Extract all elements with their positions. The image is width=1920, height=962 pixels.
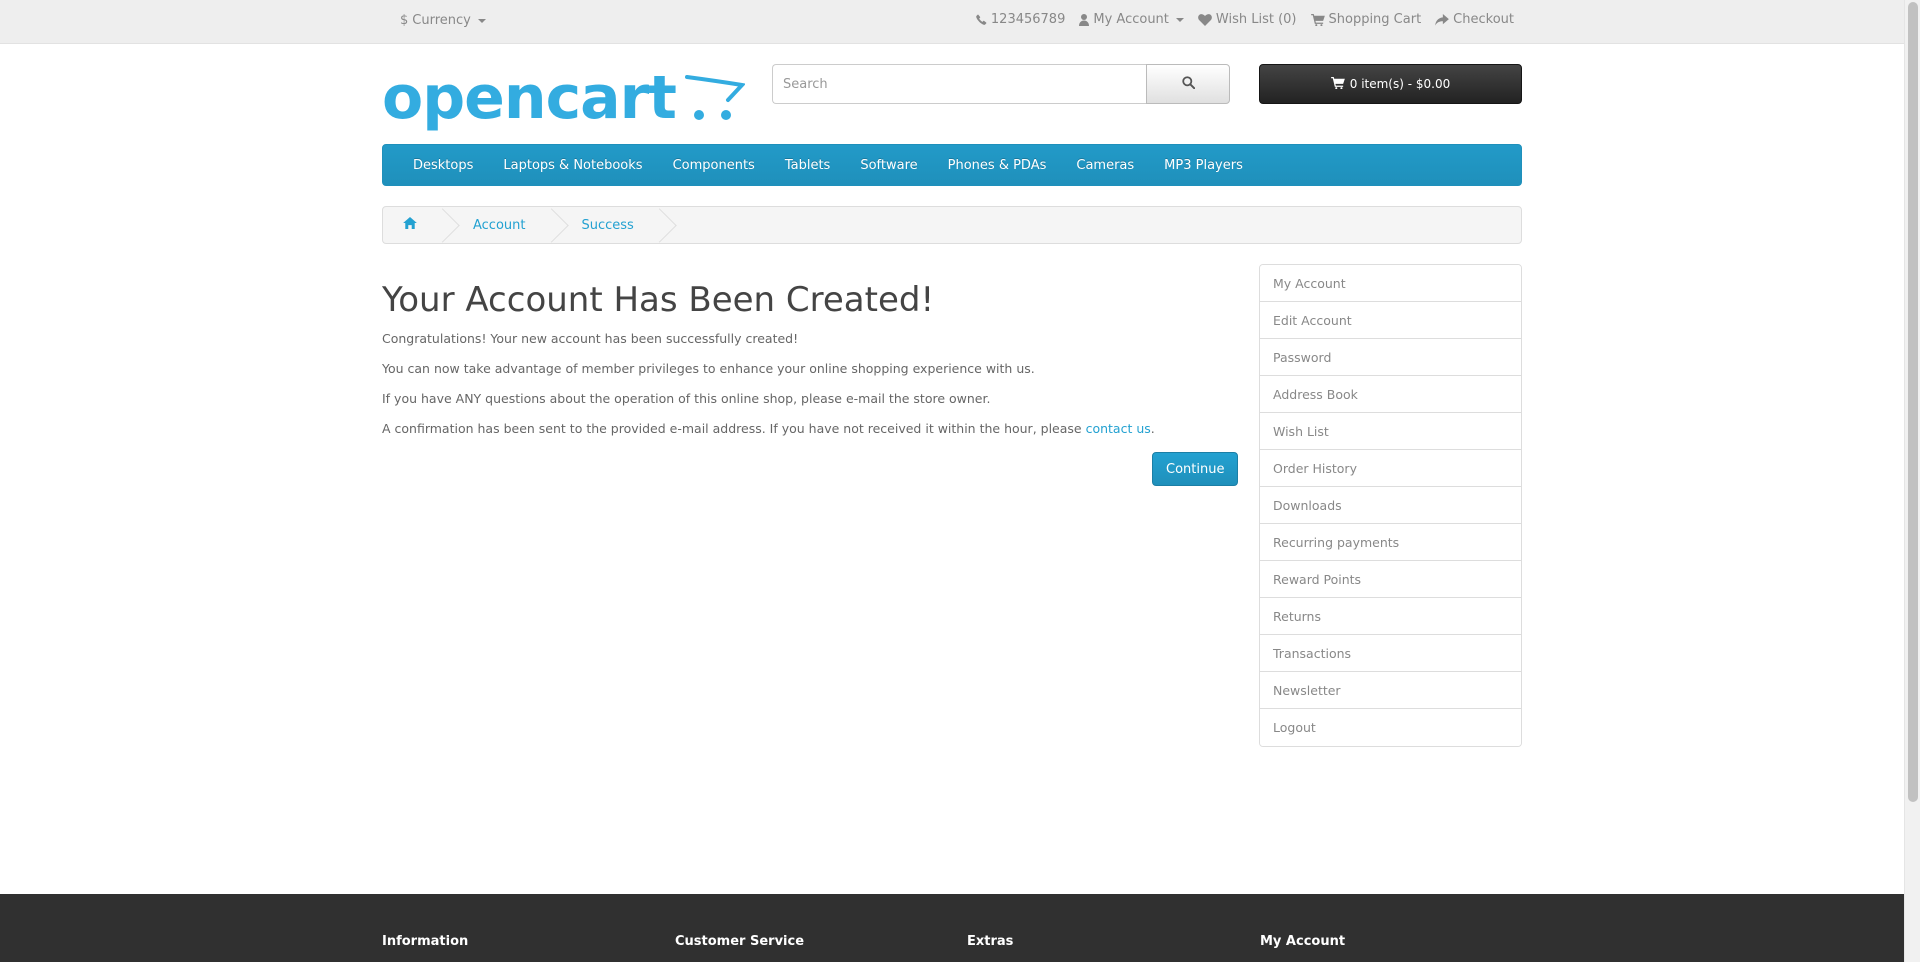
sidebar-item-order-history[interactable]: Order History	[1260, 450, 1521, 487]
phone-number: 123456789	[990, 12, 1066, 27]
footer-heading-extras: Extras	[967, 934, 1014, 949]
confirmation-prefix: A confirmation has been sent to the prov…	[382, 421, 1086, 436]
confirmation-text: A confirmation has been sent to the prov…	[382, 420, 1230, 438]
chevron-down-icon	[1175, 17, 1184, 22]
search-input[interactable]	[772, 64, 1146, 104]
phone-icon	[976, 14, 987, 25]
cart-total: 0 item(s) - $0.00	[1349, 77, 1451, 91]
dollar-icon: $	[400, 13, 409, 28]
main-content: Your Account Has Been Created! Congratul…	[382, 280, 1230, 450]
menu-item-desktops[interactable]: Desktops	[398, 158, 488, 173]
shopping-cart-link[interactable]: Shopping Cart	[1310, 12, 1422, 27]
checkout-link[interactable]: Checkout	[1435, 12, 1514, 27]
account-sidebar: My Account Edit Account Password Address…	[1259, 264, 1522, 747]
my-account-label: My Account	[1093, 12, 1169, 27]
sidebar-item-address-book[interactable]: Address Book	[1260, 376, 1521, 413]
breadcrumb-account[interactable]: Account	[447, 207, 544, 243]
cart-icon	[1330, 76, 1345, 92]
my-account-dropdown[interactable]: My Account	[1079, 12, 1184, 27]
menu-item-tablets[interactable]: Tablets	[770, 158, 846, 173]
congrats-text: Congratulations! Your new account has be…	[382, 331, 799, 346]
menu-item-mp3-players[interactable]: MP3 Players	[1149, 158, 1258, 173]
checkout-label: Checkout	[1453, 12, 1514, 27]
cart-button[interactable]: 0 item(s) - $0.00	[1259, 64, 1522, 104]
search-button[interactable]	[1146, 64, 1230, 104]
logo-text: opencart	[382, 63, 676, 133]
cart-icon	[1310, 13, 1325, 26]
breadcrumb-success[interactable]: Success	[556, 207, 652, 243]
search-icon	[1181, 76, 1195, 92]
scrollbar-thumb[interactable]	[1908, 2, 1918, 802]
breadcrumb-separator	[652, 207, 664, 243]
continue-button[interactable]: Continue	[1152, 452, 1239, 486]
wishlist-link[interactable]: Wish List (0)	[1198, 12, 1297, 27]
heart-icon	[1198, 13, 1212, 26]
breadcrumb: Account Success	[382, 206, 1522, 244]
currency-dropdown[interactable]: $ Currency	[400, 13, 486, 28]
top-bar: $ Currency 123456789 My Account Wish Lis…	[0, 0, 1904, 44]
shopping-cart-label: Shopping Cart	[1328, 12, 1422, 27]
share-icon	[1435, 13, 1450, 26]
sidebar-item-logout[interactable]: Logout	[1260, 709, 1521, 746]
menu-item-components[interactable]: Components	[658, 158, 770, 173]
chevron-down-icon	[477, 18, 486, 23]
sidebar-item-transactions[interactable]: Transactions	[1260, 635, 1521, 672]
menu-item-phones-pdas[interactable]: Phones & PDAs	[933, 158, 1062, 173]
breadcrumb-separator	[435, 207, 447, 243]
breadcrumb-separator	[544, 207, 556, 243]
footer-heading-information: Information	[382, 934, 469, 949]
sidebar-item-edit-account[interactable]: Edit Account	[1260, 302, 1521, 339]
store-logo[interactable]: opencart	[382, 63, 747, 135]
questions-text: If you have ANY questions about the oper…	[382, 391, 991, 406]
sidebar-item-downloads[interactable]: Downloads	[1260, 487, 1521, 524]
sidebar-item-wish-list[interactable]: Wish List	[1260, 413, 1521, 450]
footer-heading-my-account: My Account	[1260, 934, 1346, 949]
phone-link[interactable]: 123456789	[976, 12, 1065, 27]
menu-item-cameras[interactable]: Cameras	[1061, 158, 1149, 173]
wishlist-label: Wish List (0)	[1215, 12, 1297, 27]
privileges-text: You can now take advantage of member pri…	[382, 361, 1035, 376]
menu-item-laptops-notebooks[interactable]: Laptops & Notebooks	[488, 158, 657, 173]
sidebar-item-password[interactable]: Password	[1260, 339, 1521, 376]
sidebar-item-reward-points[interactable]: Reward Points	[1260, 561, 1521, 598]
footer: Information Customer Service Extras My A…	[0, 894, 1904, 962]
home-icon	[403, 217, 417, 233]
user-icon	[1079, 13, 1090, 26]
sidebar-item-returns[interactable]: Returns	[1260, 598, 1521, 635]
menu-item-software[interactable]: Software	[845, 158, 932, 173]
main-menu: Desktops Laptops & Notebooks Components …	[382, 144, 1522, 186]
page-title: Your Account Has Been Created!	[382, 280, 935, 320]
page-scrollbar[interactable]	[1904, 0, 1920, 962]
confirmation-suffix: .	[1150, 421, 1155, 436]
contact-us-link[interactable]: contact us	[1086, 421, 1151, 436]
sidebar-item-newsletter[interactable]: Newsletter	[1260, 672, 1521, 709]
currency-label: Currency	[412, 13, 471, 28]
search-group	[772, 64, 1230, 104]
sidebar-item-my-account[interactable]: My Account	[1260, 265, 1521, 302]
sidebar-item-recurring-payments[interactable]: Recurring payments	[1260, 524, 1521, 561]
footer-heading-customer-service: Customer Service	[675, 934, 805, 949]
